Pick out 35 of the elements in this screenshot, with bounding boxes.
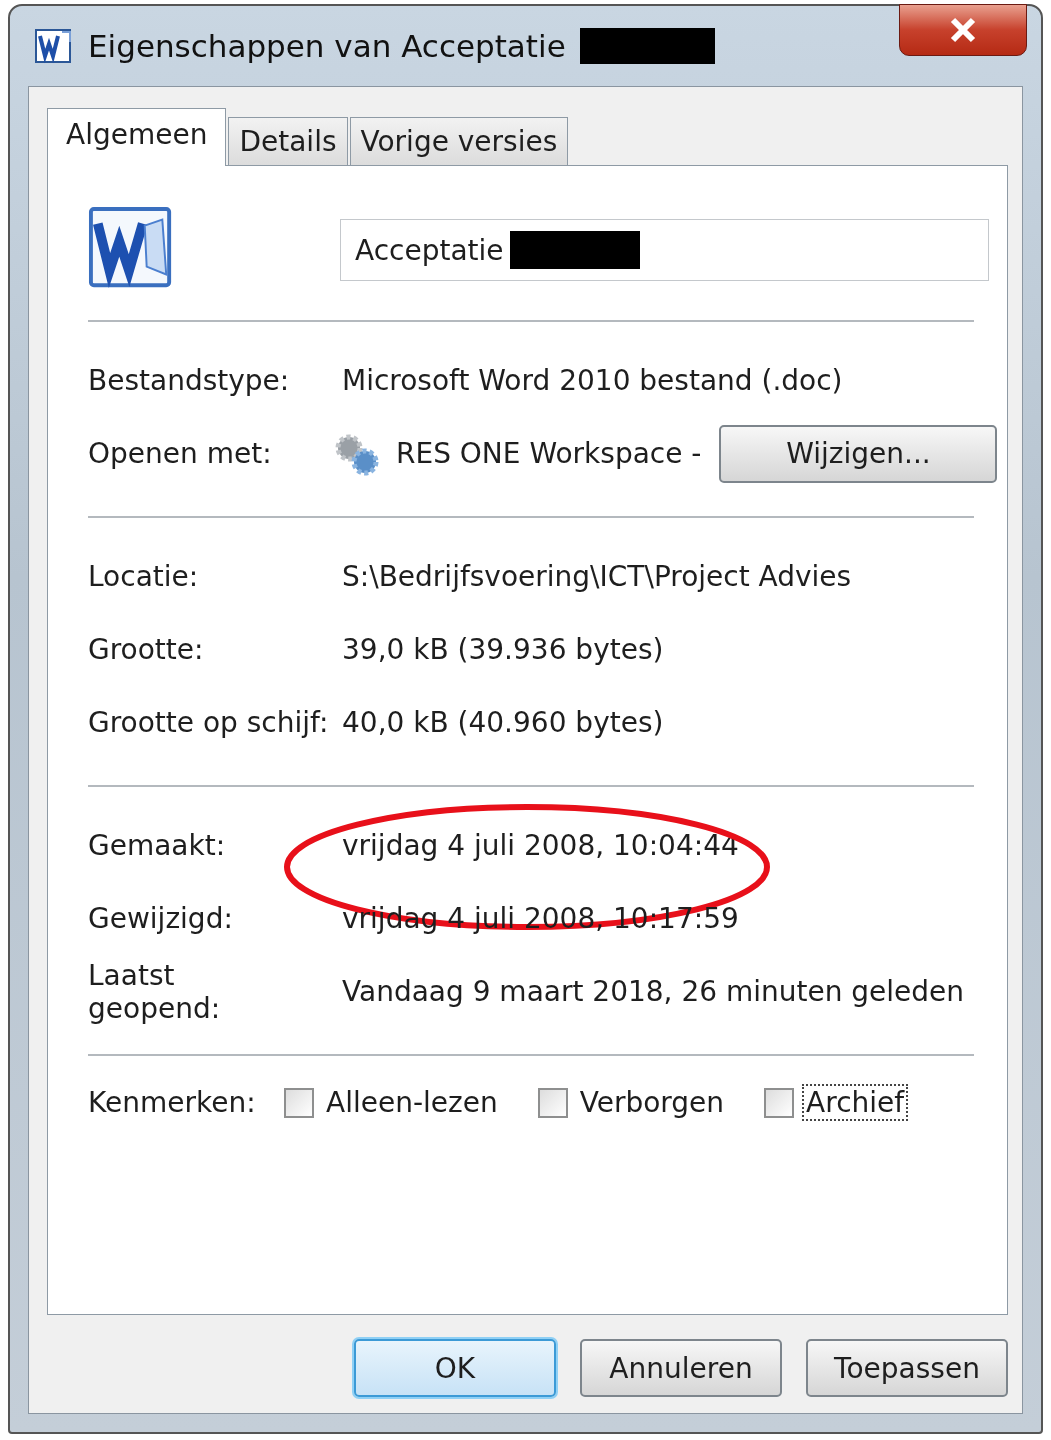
- field-value: vrijdag 4 juli 2008, 10:04:44: [342, 829, 739, 862]
- dialog-button[interactable]: Toepassen: [806, 1339, 1008, 1397]
- field-label: Openen met:: [88, 437, 273, 470]
- checkbox-label[interactable]: Archief: [802, 1084, 909, 1121]
- word-document-icon: [34, 26, 74, 66]
- field-label: Gemaakt:: [88, 829, 227, 862]
- dialog-button[interactable]: OK: [354, 1339, 556, 1397]
- close-icon: [948, 17, 978, 43]
- change-button[interactable]: Wijzigen...: [719, 424, 998, 483]
- field-label: Kenmerken:: [88, 1086, 257, 1119]
- field-label: Bestandstype:: [88, 364, 291, 397]
- tab[interactable]: Algemeen: [47, 108, 227, 166]
- file-name-field[interactable]: Acceptatie: [340, 219, 989, 281]
- field-value: S:\Bedrijfsvoering\ICT\Project Advies: [342, 560, 852, 593]
- field-label: Gewijzigd:: [88, 902, 234, 935]
- dialog-button[interactable]: Annuleren: [580, 1339, 782, 1397]
- tab[interactable]: Details: [228, 117, 348, 165]
- field-value: Vandaag 9 maart 2018, 26 minuten geleden: [342, 975, 965, 1008]
- field-value: RES ONE Workspace -: [396, 437, 702, 470]
- close-button[interactable]: [899, 4, 1027, 56]
- field-label: Grootte:: [88, 633, 205, 666]
- field-label: Laatst geopend:: [88, 958, 222, 1025]
- checkbox[interactable]: [537, 1087, 568, 1118]
- tab[interactable]: Vorige versies: [349, 117, 569, 165]
- checkbox[interactable]: [764, 1087, 795, 1118]
- field-value: 39,0 kB (39.936 bytes): [342, 633, 664, 666]
- checkbox-label[interactable]: Verborgen: [575, 1084, 729, 1121]
- checkbox-label[interactable]: Alleen-lezen: [322, 1084, 502, 1121]
- field-label: Grootte op schijf:: [88, 706, 330, 739]
- file-name: Acceptatie: [355, 233, 504, 267]
- field-label: Locatie:: [88, 560, 200, 593]
- window-title: Eigenschappen van Acceptatie: [88, 28, 566, 64]
- checkbox[interactable]: [284, 1087, 314, 1118]
- field-value: Microsoft Word 2010 bestand (.doc): [342, 364, 843, 397]
- field-value: 40,0 kB (40.960 bytes): [342, 706, 664, 739]
